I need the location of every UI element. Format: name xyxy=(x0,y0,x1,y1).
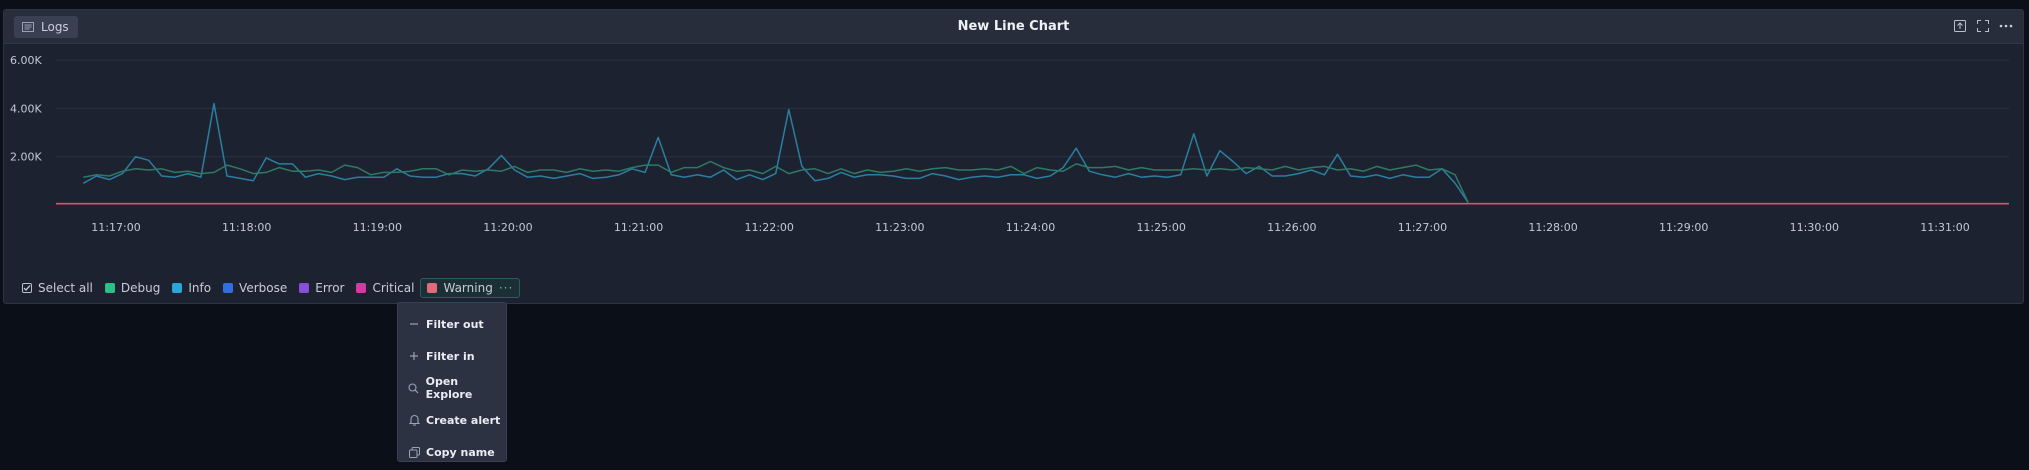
menu-item-label: Open Explore xyxy=(425,375,473,401)
series-line-info xyxy=(82,102,1469,204)
select-all-label: Select all xyxy=(38,281,93,295)
x-tick-label: 11:23:00 xyxy=(875,221,924,234)
x-tick-label: 11:18:00 xyxy=(222,221,271,234)
legend-swatch xyxy=(223,283,234,293)
legend-item-debug[interactable]: Debug xyxy=(104,278,161,298)
legend-swatch xyxy=(172,283,183,293)
legend-item-verbose[interactable]: Verbose xyxy=(223,278,287,298)
line-chart-panel: Logs New Line Chart 2.00K 4.00K 6.00K 11:17… xyxy=(3,9,2024,304)
legend-item-error[interactable]: Error xyxy=(299,278,344,298)
y-tick-label: 6.00K xyxy=(10,54,42,67)
y-tick-label: 2.00K xyxy=(10,151,42,164)
legend-item-critical[interactable]: Critical xyxy=(356,278,414,298)
legend-more-icon[interactable]: ··· xyxy=(499,281,513,295)
legend-select-all[interactable]: Select all xyxy=(22,278,93,298)
legend-swatch xyxy=(427,283,438,293)
x-tick-label: 11:25:00 xyxy=(1136,221,1185,234)
menu-item-filter-in[interactable]: Filter in xyxy=(398,340,506,372)
x-tick-label: 11:22:00 xyxy=(745,221,794,234)
legend-label: Warning xyxy=(443,281,493,295)
legend-context-menu: Filter out Filter in Open Explore Create… xyxy=(397,302,507,462)
chart-svg: 2.00K 4.00K 6.00K 11:17:00 11:18:00 11:19:00 1… xyxy=(10,54,2009,234)
menu-item-filter-out[interactable]: Filter out xyxy=(398,308,506,340)
x-tick-label: 11:29:00 xyxy=(1659,221,1708,234)
legend-swatch xyxy=(299,283,310,293)
legend-label: Info xyxy=(188,281,212,295)
menu-item-label: Filter out xyxy=(426,317,484,331)
x-tick-label: 11:21:00 xyxy=(614,221,663,234)
legend-item-warning[interactable]: Warning ··· xyxy=(420,278,521,298)
panel-title: New Line Chart xyxy=(957,19,1070,34)
x-tick-label: 11:26:00 xyxy=(1267,221,1316,234)
y-tick-label: 4.00K xyxy=(10,102,42,115)
minus-icon xyxy=(408,318,420,330)
menu-item-create-alert[interactable]: Create alert xyxy=(398,404,506,436)
x-tick-label: 11:28:00 xyxy=(1528,221,1577,234)
x-tick-label: 11:19:00 xyxy=(353,221,402,234)
x-tick-label: 11:27:00 xyxy=(1398,221,1447,234)
panel-header: Logs New Line Chart xyxy=(4,10,2023,44)
menu-item-copy-name[interactable]: Copy name xyxy=(398,436,506,468)
menu-item-open-explore[interactable]: Open Explore xyxy=(398,372,506,404)
x-tick-label: 11:30:00 xyxy=(1790,221,1839,234)
legend-label: Debug xyxy=(120,281,161,295)
legend-item-info[interactable]: Info xyxy=(172,278,211,298)
export-icon[interactable] xyxy=(1953,19,1967,33)
fullscreen-icon[interactable] xyxy=(1976,19,1990,33)
plus-icon xyxy=(408,350,420,362)
bell-icon xyxy=(408,414,420,426)
copy-icon xyxy=(408,446,420,458)
menu-item-label: Filter in xyxy=(426,349,475,363)
menu-item-label: Create alert xyxy=(426,413,501,427)
legend-label: Critical xyxy=(372,281,415,295)
checkbox-checked-icon xyxy=(22,283,32,293)
more-options-icon[interactable] xyxy=(1999,19,2013,33)
legend-label: Verbose xyxy=(239,281,288,295)
x-tick-label: 11:20:00 xyxy=(483,221,532,234)
x-tick-label: 11:17:00 xyxy=(91,221,140,234)
legend-swatch xyxy=(356,283,367,293)
x-tick-label: 11:31:00 xyxy=(1920,221,1969,234)
line-chart: 2.00K 4.00K 6.00K 11:17:00 11:18:00 11:19:00 1… xyxy=(4,44,2025,274)
legend-swatch xyxy=(104,283,115,293)
chart-legend: Select all Debug Info Verbose Error Crit… xyxy=(22,278,532,298)
x-tick-label: 11:24:00 xyxy=(1006,221,1055,234)
legend-label: Error xyxy=(315,281,345,295)
search-icon xyxy=(408,382,420,394)
menu-item-label: Copy name xyxy=(426,445,495,459)
